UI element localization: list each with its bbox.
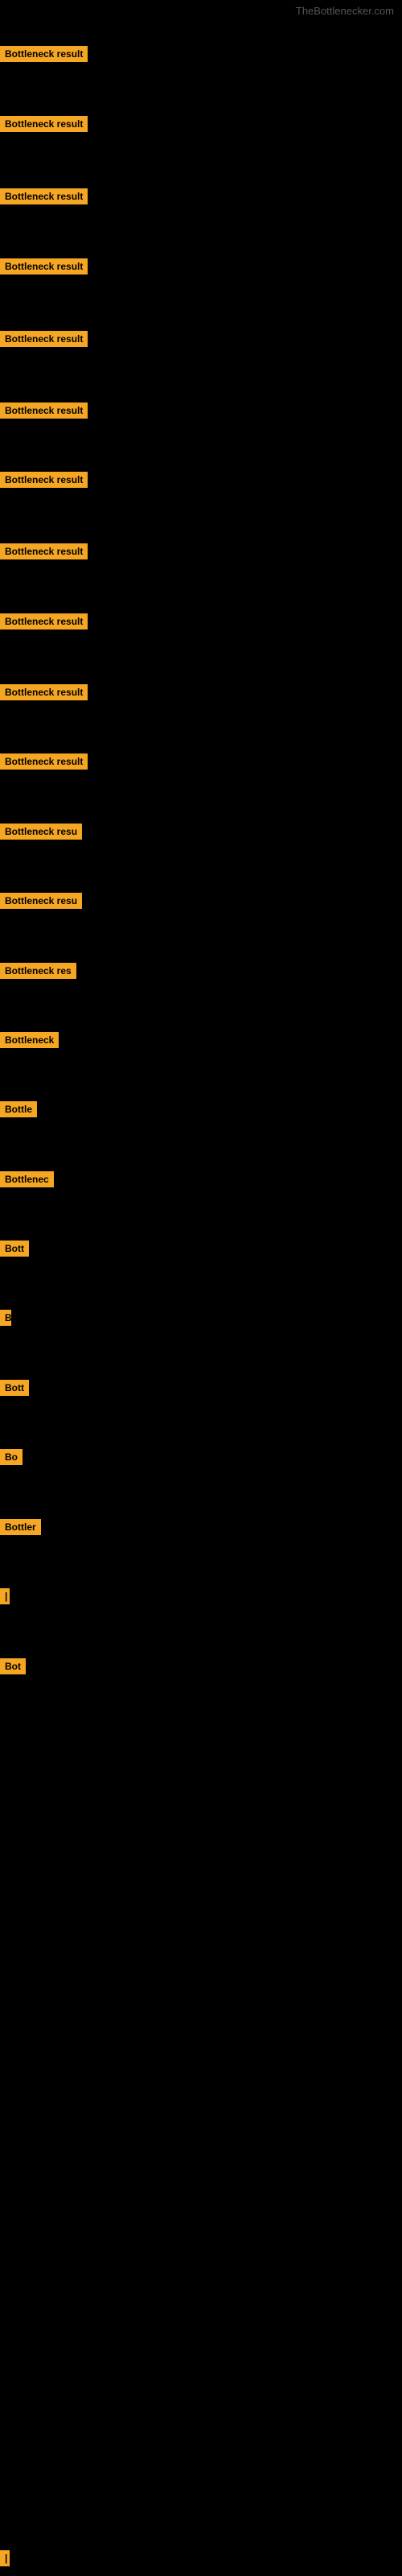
bottleneck-badge-row: B (0, 1310, 11, 1330)
bottleneck-badge-row: Bottleneck result (0, 543, 88, 564)
bottleneck-badge: Bottleneck result (0, 331, 88, 347)
bottleneck-badge-row: Bottle (0, 1101, 37, 1121)
bottleneck-badge: Bottleneck result (0, 402, 88, 419)
bottleneck-badge-row: Bottleneck result (0, 46, 88, 66)
site-title: TheBottlenecker.com (296, 5, 394, 17)
bottleneck-badge-row: | (0, 2550, 6, 2570)
bottleneck-badge-row: Bottleneck resu (0, 893, 82, 913)
bottleneck-badge-row: Bottleneck result (0, 613, 88, 634)
bottleneck-badge: Bottler (0, 1519, 41, 1535)
bottleneck-badge: Bottlenec (0, 1171, 54, 1187)
bottleneck-badge-row: Bottlenec (0, 1171, 54, 1191)
bottleneck-badge-row: Bottleneck result (0, 331, 88, 351)
bottleneck-badge: | (0, 1588, 10, 1604)
bottleneck-badge-row: Bottleneck result (0, 684, 88, 704)
bottleneck-badge: Bottleneck result (0, 188, 88, 204)
bottleneck-badge-row: Bottleneck result (0, 116, 88, 136)
bottleneck-badge: Bottleneck (0, 1032, 59, 1048)
bottleneck-badge-row: Bottleneck result (0, 472, 88, 492)
bottleneck-badge: Bottleneck result (0, 753, 88, 770)
bottleneck-badge: | (0, 2550, 10, 2566)
bottleneck-badge: Bottleneck result (0, 46, 88, 62)
bottleneck-badge: Bottleneck result (0, 684, 88, 700)
bottleneck-badge: Bottleneck res (0, 963, 76, 979)
bottleneck-badge: Bott (0, 1380, 29, 1396)
bottleneck-badge-row: Bott (0, 1241, 29, 1261)
bottleneck-badge-row: Bottleneck res (0, 963, 76, 983)
bottleneck-badge: Bottleneck result (0, 258, 88, 275)
bottleneck-badge: Bottleneck result (0, 472, 88, 488)
bottleneck-badge-row: Bottleneck result (0, 753, 88, 774)
bottleneck-badge-row: Bot (0, 1658, 26, 1678)
bottleneck-badge-row: Bottleneck (0, 1032, 59, 1052)
bottleneck-badge-row: Bottleneck result (0, 402, 88, 423)
bottleneck-badge: Bottleneck result (0, 116, 88, 132)
bottleneck-badge-row: | (0, 1588, 6, 1608)
bottleneck-badge: Bottleneck resu (0, 824, 82, 840)
bottleneck-badge: Bo (0, 1449, 23, 1465)
bottleneck-badge-row: Bott (0, 1380, 29, 1400)
bottleneck-badge-row: Bo (0, 1449, 23, 1469)
bottleneck-badge: Bottleneck resu (0, 893, 82, 909)
bottleneck-badge: Bott (0, 1241, 29, 1257)
bottleneck-badge-row: Bottleneck result (0, 258, 88, 279)
bottleneck-badge: Bottleneck result (0, 613, 88, 630)
bottleneck-badge: B (0, 1310, 11, 1326)
bottleneck-badge: Bottle (0, 1101, 37, 1117)
bottleneck-badge-row: Bottleneck resu (0, 824, 82, 844)
bottleneck-badge: Bottleneck result (0, 543, 88, 559)
bottleneck-badge-row: Bottleneck result (0, 188, 88, 208)
bottleneck-badge-row: Bottler (0, 1519, 41, 1539)
bottleneck-badge: Bot (0, 1658, 26, 1674)
